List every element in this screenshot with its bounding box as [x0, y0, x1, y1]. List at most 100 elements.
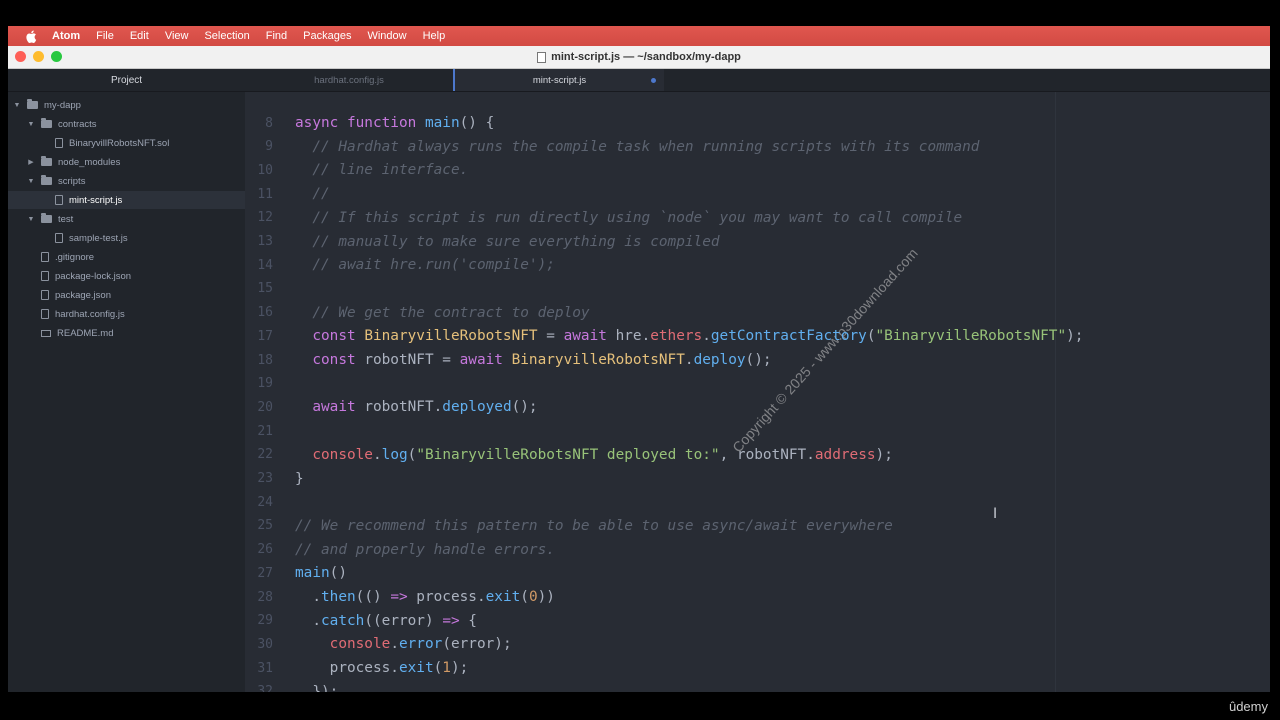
menu-view[interactable]: View — [165, 30, 189, 42]
code-line: 13 // manually to make sure everything i… — [245, 230, 1270, 253]
tree-item[interactable]: package-lock.json — [8, 267, 264, 285]
code-text: // manually to make sure everything is c… — [312, 233, 720, 250]
code-line: 16 // We get the contract to deploy — [245, 301, 1270, 324]
file-icon — [537, 51, 547, 63]
tree-item-label: hardhat.config.js — [55, 308, 125, 320]
code-line: 14 // await hre.run('compile'); — [245, 254, 1270, 277]
tree-item[interactable]: BinaryvillRobotsNFT.sol — [8, 134, 278, 152]
window-title-wrap: mint-script.js — ~/sandbox/my-dapp — [537, 51, 741, 63]
menu-find[interactable]: Find — [266, 30, 287, 42]
code-line: 28 .then(() => process.exit(0)) — [245, 586, 1270, 609]
chevron-down-icon[interactable]: ▼ — [27, 120, 35, 128]
code-line: 8 async function main() { — [245, 112, 1270, 135]
menu-window[interactable]: Window — [367, 30, 406, 42]
line-number: 21 — [257, 423, 273, 439]
menu-packages[interactable]: Packages — [303, 30, 351, 42]
tree-item-label: BinaryvillRobotsNFT.sol — [69, 137, 170, 149]
line-number: 22 — [257, 447, 273, 463]
code-line: 21 — [245, 420, 1270, 443]
code-text: .then(() => process.exit(0)) — [295, 589, 555, 605]
tree-item[interactable]: ▼ contracts — [8, 115, 264, 133]
line-number: 31 — [257, 660, 273, 676]
line-number: 13 — [257, 234, 273, 249]
code-line: 31 process.exit(1); — [245, 657, 1270, 680]
code-text: const BinaryvilleRobotsNFT = await hre.e… — [312, 328, 1084, 345]
tree-item-label: .gitignore — [55, 251, 95, 263]
folder-icon — [41, 118, 52, 128]
code-text: } — [295, 470, 304, 487]
tree-item-label: README.md — [57, 327, 114, 339]
code-line: 26 // and properly handle errors. — [245, 538, 1270, 561]
line-number: 29 — [257, 613, 273, 629]
line-number: 26 — [257, 542, 273, 558]
tree-item-label: mint-script.js — [69, 194, 123, 206]
tree-item[interactable]: README.md — [8, 324, 264, 342]
window-controls — [15, 51, 62, 62]
tree-item-label: scripts — [58, 175, 86, 187]
apple-icon[interactable] — [24, 29, 38, 43]
code-text: console.log("BinaryvilleRobotsNFT deploy… — [312, 446, 893, 463]
line-number: 15 — [257, 281, 273, 297]
tree-item-label: package.json — [55, 289, 111, 301]
tree-item[interactable]: ▼ my-dapp — [8, 96, 250, 114]
line-number: 9 — [265, 139, 273, 155]
menu-selection[interactable]: Selection — [204, 30, 249, 42]
code-line: 17 const BinaryvilleRobotsNFT = await hr… — [245, 325, 1270, 348]
tree-item-label: contracts — [58, 118, 97, 130]
tree-header: Project — [8, 69, 245, 92]
code-line: 20 await robotNFT.deployed(); — [245, 396, 1270, 419]
line-number: 18 — [257, 352, 273, 368]
maximize-window-button[interactable] — [51, 51, 62, 62]
project-tree: Project ▼ my-dapp ▼ contracts BinaryvillRobo… — [8, 69, 278, 692]
tree-item[interactable]: .gitignore — [8, 248, 264, 266]
code-line: 23} — [245, 467, 1270, 490]
tree-item[interactable]: mint-script.js — [8, 191, 278, 209]
file-icon — [41, 290, 49, 300]
title-bar: mint-script.js — ~/sandbox/my-dapp — [8, 46, 1270, 69]
close-window-button[interactable] — [15, 51, 26, 62]
menu-help[interactable]: Help — [423, 30, 446, 42]
file-icon — [55, 195, 63, 205]
code-text: // We recommend this pattern to be able … — [295, 517, 893, 534]
tab-label: hardhat.config.js — [314, 74, 384, 86]
code-text: console.error(error); — [329, 636, 512, 653]
tree-item[interactable]: package.json — [8, 286, 264, 304]
code-line: 32 }); — [245, 680, 1270, 692]
code-text: // and properly handle errors. — [295, 541, 555, 558]
tree-item[interactable]: ▼ test — [8, 210, 264, 228]
chevron-down-icon[interactable]: ▼ — [13, 101, 21, 109]
tree-item-label: node_modules — [58, 156, 121, 168]
chevron-down-icon[interactable]: ▼ — [27, 215, 35, 223]
folder-icon — [41, 156, 52, 166]
line-number: 14 — [257, 257, 273, 273]
code-editor[interactable]: I Copyright © 2025 - www.p30download.com… — [245, 92, 1270, 692]
line-number: 12 — [257, 210, 273, 226]
code-line: 12 // If this script is run directly usi… — [245, 206, 1270, 229]
line-number: 27 — [257, 565, 273, 581]
tab-bar: hardhat.config.js mint-script.js — [245, 69, 1270, 92]
code-text: main() — [295, 565, 347, 582]
code-text: process.exit(1); — [295, 660, 469, 677]
line-number: 32 — [257, 684, 273, 692]
tree-item[interactable]: ▼ scripts — [8, 172, 264, 190]
code-line: 19 — [245, 372, 1270, 395]
tab-hardhat-config[interactable]: hardhat.config.js — [245, 69, 453, 91]
chevron-right-icon[interactable]: ▶ — [27, 158, 35, 166]
line-number: 25 — [257, 518, 273, 534]
line-number: 16 — [257, 305, 273, 321]
menu-atom[interactable]: Atom — [52, 30, 80, 42]
menu-edit[interactable]: Edit — [130, 30, 149, 42]
tree-item[interactable]: ▶ node_modules — [8, 153, 264, 171]
udemy-logo: ûdemy — [1228, 699, 1268, 714]
minimize-window-button[interactable] — [33, 51, 44, 62]
chevron-down-icon[interactable]: ▼ — [27, 177, 35, 185]
code-line: 24 — [245, 491, 1270, 514]
tree-item[interactable]: hardhat.config.js — [8, 305, 264, 323]
tree-item[interactable]: sample-test.js — [8, 229, 278, 247]
line-number: 28 — [257, 589, 273, 605]
line-number: 30 — [257, 636, 273, 652]
tab-mint-script[interactable]: mint-script.js — [453, 69, 664, 91]
file-icon — [41, 252, 49, 262]
markdown-icon — [41, 329, 51, 337]
menu-file[interactable]: File — [96, 30, 114, 42]
